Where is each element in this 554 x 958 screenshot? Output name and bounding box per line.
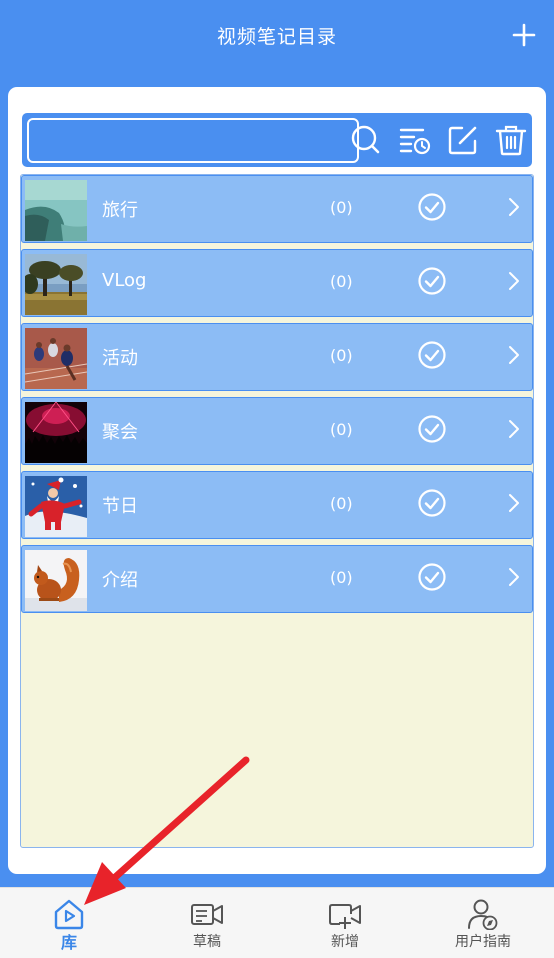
nav-tab-draft[interactable]: 草稿 <box>138 888 276 958</box>
check-circle-icon[interactable] <box>417 340 447 370</box>
chevron-right-icon[interactable] <box>506 344 522 366</box>
catalog-card: 旅行 (0) VLog (0) 活动 (0) 聚会 (0) 节日 (0) 介绍 … <box>8 87 546 874</box>
item-label: 聚会 <box>102 422 138 443</box>
check-circle-icon[interactable] <box>417 266 447 296</box>
item-label: 旅行 <box>102 200 138 221</box>
nav-label: 新增 <box>331 934 359 950</box>
list-item[interactable]: 旅行 (0) <box>21 175 533 243</box>
list-item[interactable]: VLog (0) <box>21 249 533 317</box>
edit-icon[interactable] <box>446 123 480 157</box>
item-count: (0) <box>330 198 353 217</box>
list-item[interactable]: 聚会 (0) <box>21 397 533 465</box>
list-time-icon[interactable] <box>398 123 432 157</box>
nav-label: 用户指南 <box>455 934 511 950</box>
nav-label: 库 <box>60 933 77 952</box>
concert-crowd-thumbnail <box>25 402 87 463</box>
item-count: (0) <box>330 346 353 365</box>
search-input[interactable] <box>27 118 359 163</box>
chevron-right-icon[interactable] <box>506 418 522 440</box>
item-count: (0) <box>330 568 353 587</box>
chevron-right-icon[interactable] <box>506 566 522 588</box>
item-label: 活动 <box>102 348 138 369</box>
list-item[interactable]: 介绍 (0) <box>21 545 533 613</box>
user-guide-icon <box>468 899 498 930</box>
nav-tab-new[interactable]: 新增 <box>276 888 414 958</box>
chevron-right-icon[interactable] <box>506 492 522 514</box>
nav-label: 草稿 <box>193 934 221 950</box>
draft-video-icon <box>191 904 223 925</box>
park-trees-thumbnail <box>25 254 87 315</box>
trash-icon[interactable] <box>494 123 528 157</box>
item-label: 节日 <box>102 496 138 517</box>
nav-tab-user-guide[interactable]: 用户指南 <box>414 888 552 958</box>
item-count: (0) <box>330 420 353 439</box>
plus-icon[interactable] <box>510 21 538 49</box>
item-label: 介绍 <box>102 570 138 591</box>
chevron-right-icon[interactable] <box>506 196 522 218</box>
sprinters-thumbnail <box>25 328 87 389</box>
chevron-right-icon[interactable] <box>506 270 522 292</box>
search-toolbar <box>22 113 532 167</box>
nav-tab-library[interactable]: 库 <box>0 888 138 958</box>
check-circle-icon[interactable] <box>417 562 447 592</box>
check-circle-icon[interactable] <box>417 488 447 518</box>
list-item[interactable]: 活动 (0) <box>21 323 533 391</box>
item-label: VLog <box>102 270 147 291</box>
search-icon[interactable] <box>349 123 383 157</box>
library-home-icon <box>54 899 84 930</box>
page-title: 视频笔记目录 <box>216 26 337 48</box>
item-count: (0) <box>330 272 353 291</box>
check-circle-icon[interactable] <box>417 192 447 222</box>
check-circle-icon[interactable] <box>417 414 447 444</box>
category-list: 旅行 (0) VLog (0) 活动 (0) 聚会 (0) 节日 (0) 介绍 … <box>20 174 534 848</box>
santa-claus-thumbnail <box>25 476 87 537</box>
squirrel-thumbnail <box>25 550 87 611</box>
item-count: (0) <box>330 494 353 513</box>
sea-island-thumbnail <box>25 180 87 241</box>
app-header: 视频笔记目录 <box>0 0 554 78</box>
new-video-icon <box>329 904 361 929</box>
list-item[interactable]: 节日 (0) <box>21 471 533 539</box>
bottom-navigation: 库 草稿 新增 用户指南 <box>0 887 554 958</box>
